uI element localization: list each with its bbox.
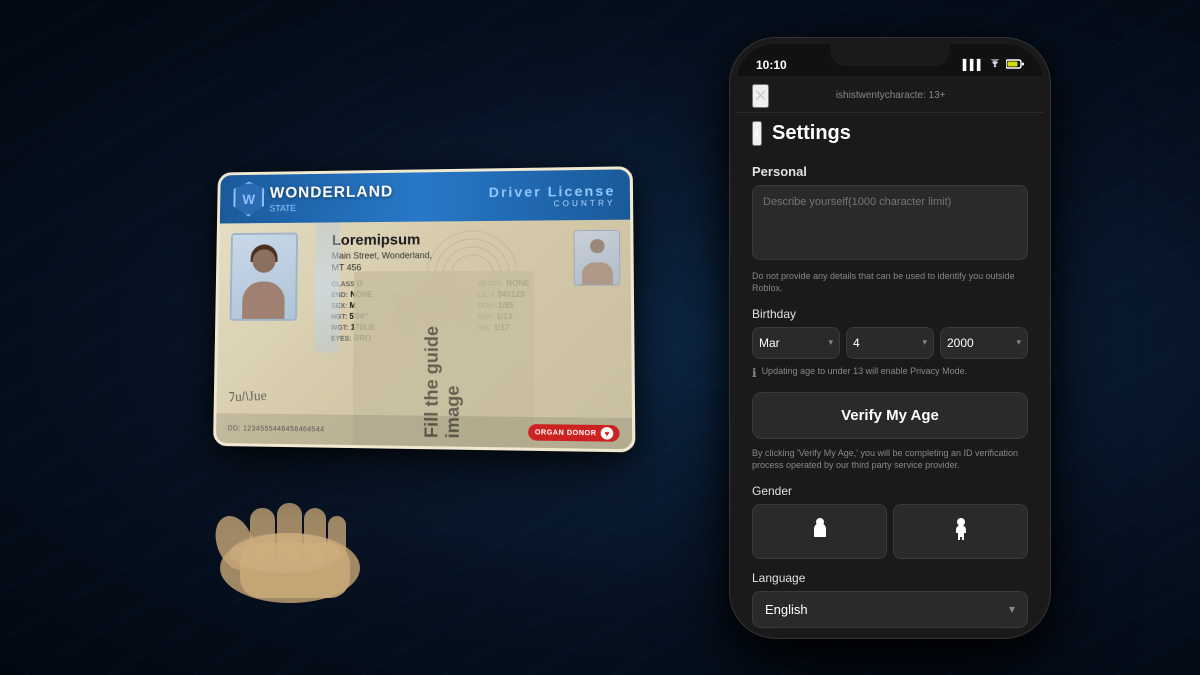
phone-screen: 10:10 ▌▌▌ [736, 44, 1044, 632]
close-button[interactable]: ✕ [752, 84, 769, 108]
day-chevron: ▾ [922, 337, 927, 348]
license-card: W WONDERLAND STATE Driver License COUNTR… [213, 166, 635, 452]
month-select[interactable]: Mar ▾ [752, 327, 840, 359]
year-chevron: ▾ [1016, 337, 1021, 348]
language-label: Language [752, 571, 1028, 585]
person-body [242, 281, 285, 318]
organ-donor-icon: ♥ [601, 427, 614, 440]
year-select[interactable]: 2000 ▾ [940, 327, 1028, 359]
signal-icon: ▌▌▌ [963, 60, 984, 71]
status-time: 10:10 [756, 58, 787, 72]
bio-textarea[interactable] [752, 185, 1028, 260]
wifi-icon [988, 59, 1002, 72]
personal-label: Personal [752, 164, 1028, 179]
card-small-photo [574, 229, 621, 285]
person-head [252, 249, 275, 273]
settings-title: Settings [772, 122, 851, 145]
card-body: Loremipsum Main Street, Wonderland,MT 45… [218, 219, 632, 354]
personal-hint: Do not provide any details that can be u… [752, 270, 1028, 295]
male-gender-button[interactable] [752, 504, 887, 559]
day-value: 4 [853, 336, 860, 350]
female-icon [951, 517, 971, 546]
main-scene: W WONDERLAND STATE Driver License COUNTR… [0, 0, 1200, 675]
organ-donor-badge: ORGAN DONOR ♥ [529, 424, 620, 442]
male-icon [810, 517, 830, 546]
barcode-text: DD: 1234555446456464544 [228, 424, 325, 432]
phone-device: 10:10 ▌▌▌ [730, 38, 1050, 638]
back-button[interactable]: ‹ [752, 121, 762, 146]
year-value: 2000 [947, 336, 974, 350]
card-stripe [314, 222, 340, 353]
card-shield-logo [233, 181, 264, 216]
language-select[interactable]: English ▾ [752, 591, 1028, 628]
language-value: English [765, 602, 808, 617]
month-chevron: ▾ [828, 337, 833, 348]
gender-row [752, 504, 1028, 559]
phone-section: 10:10 ▌▌▌ [730, 38, 1050, 638]
card-state-sub: STATE [270, 201, 394, 212]
day-select[interactable]: 4 ▾ [846, 327, 934, 359]
birthday-row: Mar ▾ 4 ▾ 2000 ▾ [752, 327, 1028, 359]
card-state-name: WONDERLAND [270, 183, 394, 202]
organ-donor-text: ORGAN DONOR [535, 428, 597, 436]
month-value: Mar [759, 336, 780, 350]
info-icon: ℹ [752, 366, 757, 380]
card-photo-area [229, 232, 303, 342]
card-bottom: DD: 1234555446456464544 ORGAN DONOR ♥ [216, 413, 632, 449]
card-fields: CLASS D RESTR: NONE END: NONE LIC # 3451… [331, 278, 619, 343]
card-photo [230, 232, 299, 320]
privacy-text: Updating age to under 13 will enable Pri… [762, 365, 968, 378]
battery-icon [1006, 59, 1024, 72]
verify-hint: By clicking 'Verify My Age,' you will be… [752, 447, 1028, 472]
settings-scroll[interactable]: Personal Do not provide any details that… [736, 154, 1044, 630]
card-signature: ﾌuﾊJue [228, 384, 267, 405]
card-header: WONDERLAND STATE Driver License COUNTRY [220, 169, 630, 223]
settings-nav: ‹ Settings [736, 113, 1044, 154]
phone-notch [830, 44, 950, 66]
app-title: ishistwentycharacte: 13+ [836, 90, 946, 101]
app-topbar: ✕ ishistwentycharacte: 13+ [736, 76, 1044, 113]
verify-age-button[interactable]: Verify My Age [752, 392, 1028, 439]
language-chevron: ▾ [1009, 602, 1015, 616]
female-gender-button[interactable] [893, 504, 1028, 559]
id-card-section: W WONDERLAND STATE Driver License COUNTR… [150, 88, 670, 588]
gender-label: Gender [752, 484, 1028, 498]
privacy-hint: ℹ Updating age to under 13 will enable P… [752, 365, 1028, 380]
status-icons: ▌▌▌ [963, 59, 1024, 72]
app-content: ✕ ishistwentycharacte: 13+ ‹ Settings Pe… [736, 76, 1044, 632]
birthday-label: Birthday [752, 307, 1028, 321]
card-license-type: Driver License [489, 182, 616, 200]
